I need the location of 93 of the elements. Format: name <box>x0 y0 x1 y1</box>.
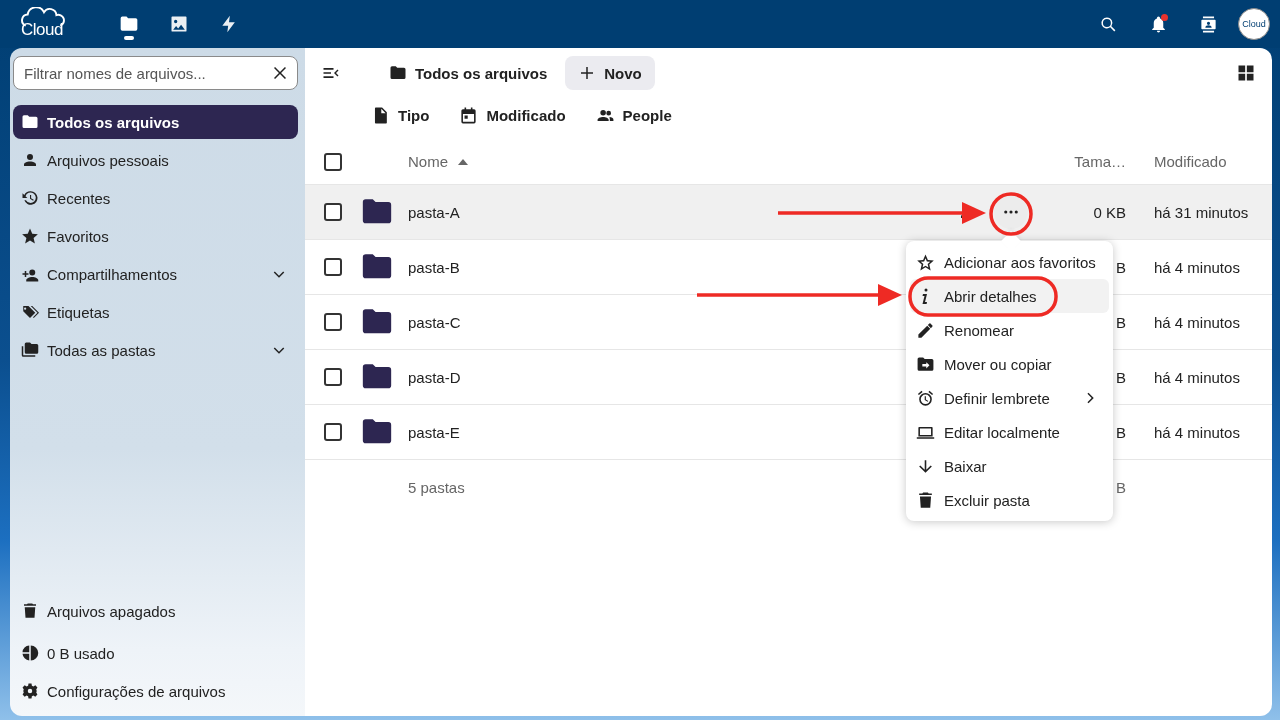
settings-icon <box>21 682 39 700</box>
nav-label: Arquivos apagados <box>47 602 177 620</box>
file-size: B <box>1116 258 1126 276</box>
nav-item[interactable]: Recentes <box>13 181 298 215</box>
nav-label: Etiquetas <box>47 303 111 321</box>
breadcrumb[interactable]: Todos os arquivos <box>377 56 560 90</box>
column-header[interactable]: Modificado <box>1154 153 1227 170</box>
filter-button[interactable]: Modificado <box>459 98 566 132</box>
menu-item[interactable]: Renomear <box>910 313 1109 347</box>
row-checkbox[interactable] <box>323 203 342 221</box>
modified-time: há 4 minutos <box>1154 258 1240 276</box>
filter-button[interactable]: People <box>595 98 672 132</box>
trash-icon <box>21 602 39 620</box>
menu-label: Baixar <box>944 457 988 475</box>
nav-label: Favoritos <box>47 227 110 245</box>
nav-label: Todas as pastas <box>47 341 157 359</box>
nav-item[interactable]: Favoritos <box>13 219 298 253</box>
filter-button[interactable]: Tipo <box>371 98 430 132</box>
menu-item[interactable]: Editar localmente <box>910 415 1109 449</box>
menu-label: Renomear <box>944 321 1016 339</box>
row-checkbox[interactable] <box>323 368 342 386</box>
nav-label: Todos os arquivos <box>47 113 181 131</box>
menu-label: Adicionar aos favoritos <box>944 253 1097 271</box>
nav-label: Configurações de arquivos <box>47 682 227 700</box>
row-checkbox[interactable] <box>323 258 342 276</box>
file-name[interactable]: pasta-D <box>408 368 461 386</box>
file-name[interactable]: pasta-C <box>408 313 461 331</box>
modified-time: há 4 minutos <box>1154 368 1240 386</box>
folder-icon <box>389 64 407 82</box>
menu-label: Editar localmente <box>944 423 1061 441</box>
calendar-icon <box>459 105 479 125</box>
select-all-checkbox[interactable] <box>323 152 342 171</box>
menu-item[interactable]: Baixar <box>910 449 1109 483</box>
nav-item[interactable]: Arquivos pessoais <box>13 143 298 177</box>
modified-time: há 31 minutos <box>1154 203 1249 221</box>
column-header[interactable]: Nome <box>408 153 468 170</box>
pie-chart-icon <box>21 644 39 662</box>
folders-icon <box>21 341 39 359</box>
history-icon <box>21 189 39 207</box>
file-size: B <box>1116 313 1126 331</box>
nav-label: Arquivos pessoais <box>47 151 170 169</box>
folder-icon <box>21 113 39 131</box>
folder-count: 5 pastas <box>408 479 465 496</box>
menu-label: Definir lembrete <box>944 389 1051 407</box>
menu-item[interactable]: Mover ou copiar <box>910 347 1109 381</box>
sidebar-footer-item[interactable]: 0 B usado <box>13 634 298 672</box>
image-icon <box>169 14 189 34</box>
nav-item[interactable]: Todas as pastas <box>13 333 298 367</box>
nav-item[interactable]: Compartilhamentos <box>13 257 298 291</box>
menu-item[interactable]: Definir lembrete <box>910 381 1109 415</box>
nav-label: Compartilhamentos <box>47 265 179 283</box>
menu-item[interactable]: Excluir pasta <box>910 483 1109 517</box>
avatar[interactable]: Cloud <box>1238 8 1270 40</box>
sidebar-footer-item[interactable]: Configurações de arquivos <box>13 672 298 710</box>
nav-label: 0 B usado <box>47 644 116 662</box>
file-name[interactable]: pasta-B <box>408 258 460 276</box>
alarm-clock-icon <box>916 388 935 408</box>
row-checkbox[interactable] <box>323 313 342 331</box>
row-checkbox[interactable] <box>323 423 342 441</box>
menu-item[interactable]: Adicionar aos favoritos <box>910 245 1109 279</box>
file-size: B <box>1116 368 1126 386</box>
menu-item[interactable]: Abrir detalhes <box>910 279 1109 313</box>
grid-view-icon <box>1236 63 1256 83</box>
nav-label: Recentes <box>47 189 112 207</box>
menu-label: Mover ou copiar <box>944 355 1053 373</box>
modified-time: há 4 minutos <box>1154 423 1240 441</box>
file-name[interactable]: pasta-A <box>408 203 460 221</box>
file-size: 0 KB <box>1093 203 1126 221</box>
tags-icon <box>21 303 39 321</box>
sidebar-footer-item[interactable]: Arquivos apagados <box>13 592 298 630</box>
file-size: B <box>1116 423 1126 441</box>
folder-move-icon <box>916 354 935 374</box>
modified-time: há 4 minutos <box>1154 313 1240 331</box>
folder-icon <box>119 14 139 34</box>
logo[interactable]: Cloud <box>20 7 66 41</box>
total-size: B <box>1116 479 1126 496</box>
star-outline-icon <box>916 252 935 272</box>
column-header[interactable]: Tama… <box>1074 153 1126 170</box>
person-icon <box>21 151 39 169</box>
search-icon <box>1098 14 1118 34</box>
nav-item[interactable]: Etiquetas <box>13 295 298 329</box>
clear-icon[interactable] <box>271 64 289 82</box>
file-name[interactable]: pasta-E <box>408 423 460 441</box>
nav-item[interactable]: Todos os arquivos <box>13 105 298 139</box>
star-icon <box>21 227 39 245</box>
info-icon <box>921 288 929 304</box>
more-icon <box>1004 210 1018 214</box>
trash-icon <box>916 490 935 510</box>
filter-field[interactable]: Filtrar nomes de arquivos... <box>13 56 298 90</box>
menu-label: Excluir pasta <box>944 491 1031 509</box>
new-button[interactable]: Novo <box>565 56 655 90</box>
contacts-icon <box>1198 14 1218 34</box>
menu-label: Abrir detalhes <box>944 287 1038 305</box>
